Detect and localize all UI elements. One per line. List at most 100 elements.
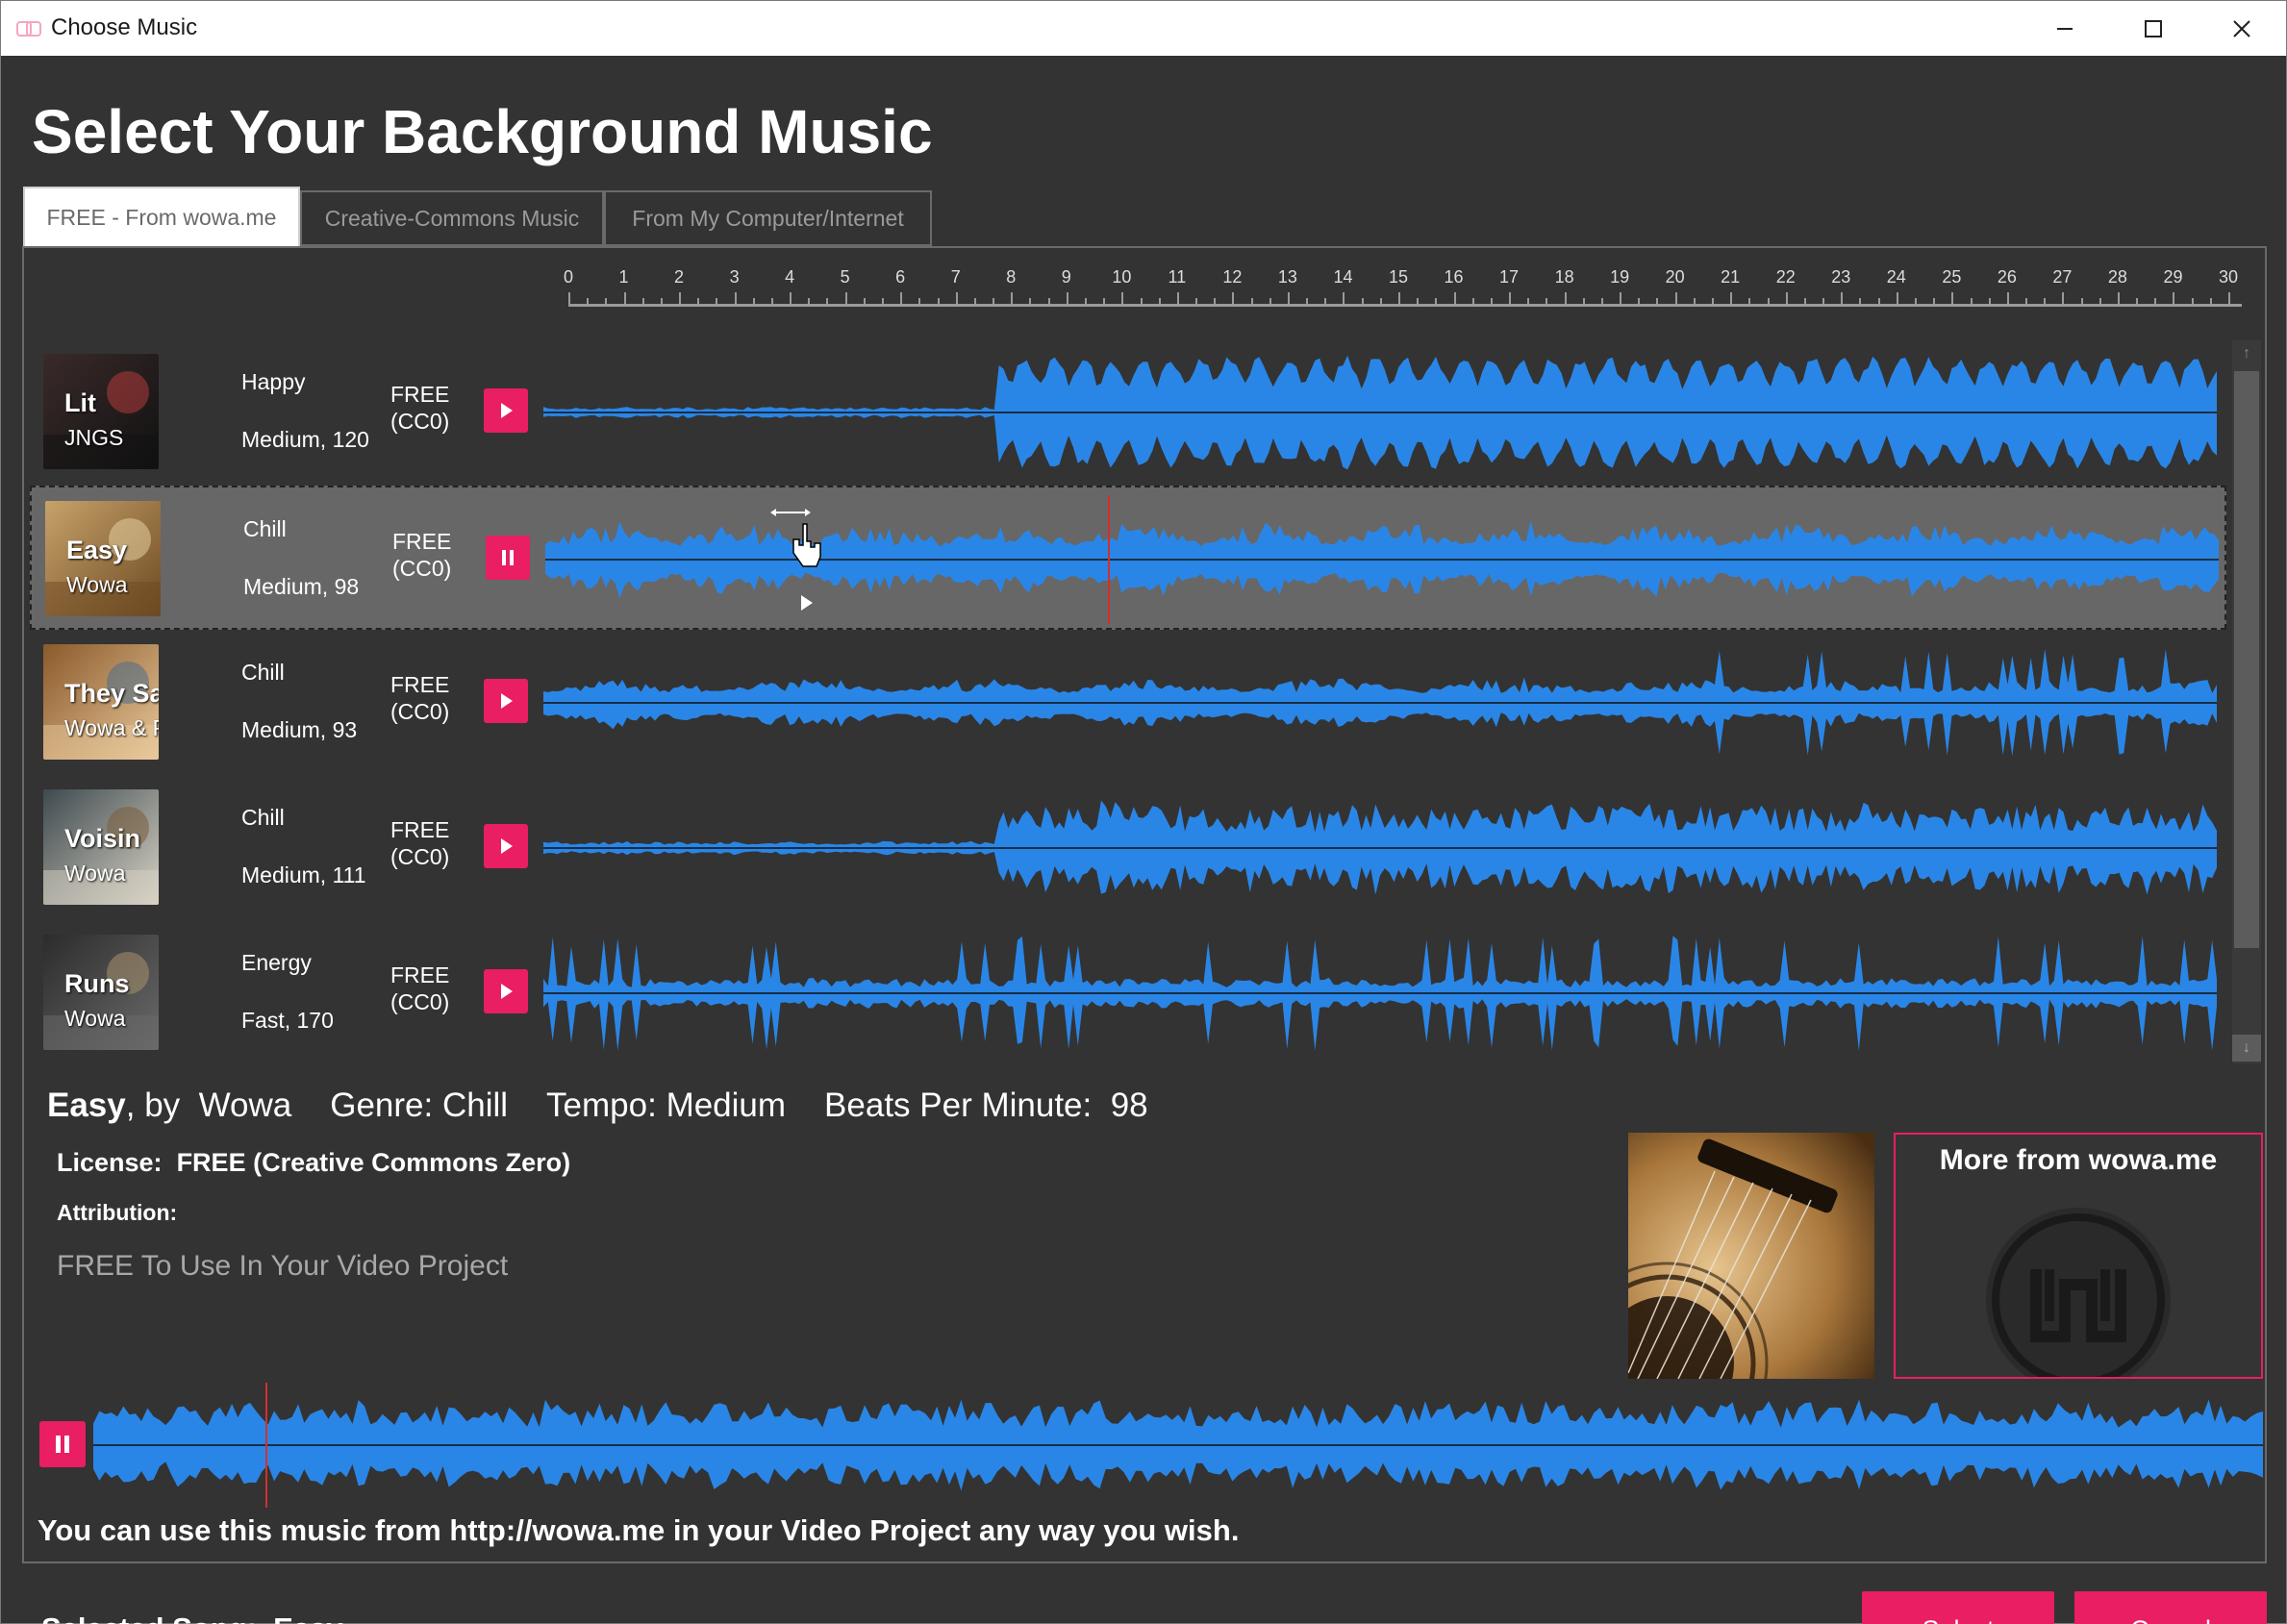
license-line: License: FREE (Creative Commons Zero) <box>57 1148 570 1178</box>
close-button[interactable] <box>2198 1 2286 57</box>
ruler-minor-tick <box>752 298 755 304</box>
ruler-minor-tick <box>2136 298 2139 304</box>
maximize-button[interactable] <box>2109 1 2198 57</box>
ruler-tick <box>955 292 958 304</box>
ruler-minor-tick <box>937 298 940 304</box>
tab-from-computer[interactable]: From My Computer/Internet <box>604 190 932 246</box>
track-license-line: (CC0) <box>390 699 450 724</box>
track-row[interactable]: Runs Wowa Energy Fast, 170 FREE (CC0) <box>30 921 2226 1063</box>
track-pause-button[interactable] <box>486 536 530 580</box>
track-play-button[interactable] <box>484 969 528 1013</box>
ruler-tick-label: 12 <box>1222 267 1243 287</box>
ruler-minor-tick <box>1471 298 1474 304</box>
track-waveform[interactable] <box>543 784 2217 912</box>
select-button[interactable]: Select <box>1862 1591 2054 1624</box>
track-waveform[interactable] <box>543 638 2217 767</box>
ruler-tick-label: 4 <box>785 267 795 287</box>
tab-creative-commons[interactable]: Creative-Commons Music <box>300 190 604 246</box>
track-thumb-artist: Wowa <box>64 1006 126 1031</box>
app-icon <box>16 21 41 37</box>
more-from-wowa-link[interactable]: More from wowa.me <box>1894 1133 2263 1379</box>
ruler-tick-label: 0 <box>563 267 574 287</box>
track-thumbnail: Easy Wowa <box>45 501 161 616</box>
scroll-down-arrow-icon[interactable]: ↓ <box>2232 1035 2261 1062</box>
ruler-tick-label: 10 <box>1112 267 1132 287</box>
ruler-tick <box>2228 292 2230 304</box>
ruler-minor-tick <box>1638 298 1641 304</box>
main-waveform[interactable] <box>93 1383 2263 1508</box>
cancel-button[interactable]: Cancel <box>2074 1591 2267 1624</box>
track-waveform[interactable] <box>543 348 2217 477</box>
page-title: Select Your Background Music <box>32 97 933 166</box>
ruler-minor-tick <box>826 298 829 304</box>
track-genre: Chill <box>243 516 287 541</box>
track-thumb-title: Easy <box>66 536 128 564</box>
ruler-tick-label: 21 <box>1721 267 1741 287</box>
ruler-tick-label: 26 <box>1997 267 2017 287</box>
ruler-minor-tick <box>1029 298 1032 304</box>
main-pause-button[interactable] <box>39 1421 86 1467</box>
tab-free-wowa[interactable]: FREE - From wowa.me <box>23 187 300 246</box>
track-waveform[interactable] <box>543 929 2217 1058</box>
ruler-tick <box>1564 292 1567 304</box>
ruler-minor-tick <box>1250 298 1253 304</box>
ruler-tick <box>1011 292 1014 304</box>
track-row[interactable]: Voisin Wowa Chill Medium, 111 FREE (CC0) <box>30 776 2226 920</box>
ruler-minor-tick <box>1582 298 1585 304</box>
track-license: FREE (CC0) <box>390 962 449 1015</box>
music-dialog: Select Your Background Music FREE - From… <box>0 56 2287 1624</box>
ruler-minor-tick <box>2025 298 2028 304</box>
ruler-tick <box>1896 292 1898 304</box>
ruler-tick <box>1398 292 1400 304</box>
detail-artist: Wowa <box>198 1087 292 1124</box>
ruler-minor-tick <box>1988 298 1991 304</box>
ruler-minor-tick <box>1158 298 1161 304</box>
ruler-minor-tick <box>1546 298 1548 304</box>
ruler-minor-tick <box>1195 298 1198 304</box>
ruler-tick <box>1674 292 1677 304</box>
ruler-minor-tick <box>605 298 608 304</box>
track-license-line: (CC0) <box>390 844 450 869</box>
ruler-minor-tick <box>1693 298 1696 304</box>
ruler-minor-tick <box>2044 298 2047 304</box>
ruler-tick-label: 9 <box>1061 267 1071 287</box>
track-list-scrollbar[interactable]: ↑ ↓ <box>2232 340 2261 1063</box>
track-play-button[interactable] <box>484 388 528 433</box>
time-ruler[interactable]: 0 1 2 3 4 5 6 7 8 9 10 11 12 13 14 15 16 17 18 19 20 21 22 23 24… <box>564 267 2242 315</box>
ruler-tick <box>1841 292 1844 304</box>
ruler-minor-tick <box>716 298 718 304</box>
scroll-up-arrow-icon[interactable]: ↑ <box>2232 340 2261 367</box>
music-panel: 0 1 2 3 4 5 6 7 8 9 10 11 12 13 14 15 16 17 18 19 20 21 22 23 24… <box>22 246 2267 1563</box>
track-thumbnail: They Say Wowa & Pipo <box>43 644 159 760</box>
ruler-minor-tick <box>1933 298 1936 304</box>
wowa-logo-icon <box>1986 1208 2171 1377</box>
play-icon <box>501 693 513 709</box>
ruler-minor-tick <box>1103 298 1106 304</box>
ruler-tick-label: 5 <box>840 267 850 287</box>
ruler-tick-label: 25 <box>1942 267 1962 287</box>
ruler-minor-tick <box>1324 298 1327 304</box>
track-license: FREE (CC0) <box>390 671 449 725</box>
track-license: FREE (CC0) <box>390 381 449 435</box>
ruler-tick <box>1287 292 1290 304</box>
ruler-minor-tick <box>660 298 663 304</box>
ruler-minor-tick <box>1712 298 1715 304</box>
track-row[interactable]: Lit JNGS Happy Medium, 120 FREE (CC0) <box>30 340 2226 485</box>
detail-bpm: 98 <box>1110 1087 1148 1124</box>
ruler-minor-tick <box>1748 298 1751 304</box>
track-row[interactable]: Easy Wowa Chill Medium, 98 FREE (CC0) <box>30 486 2226 630</box>
track-play-button[interactable] <box>484 679 528 723</box>
minimize-button[interactable] <box>2021 1 2109 57</box>
attribution-label: Attribution: <box>57 1200 178 1225</box>
track-waveform[interactable] <box>545 495 2219 624</box>
play-icon <box>501 984 513 999</box>
title-bar: Choose Music <box>0 0 2287 56</box>
ruler-minor-tick <box>2080 298 2083 304</box>
track-tempo: Medium, 111 <box>241 862 366 887</box>
detail-by: , by <box>125 1087 181 1124</box>
ruler-tick <box>623 292 626 304</box>
scrollbar-thumb[interactable] <box>2234 371 2259 948</box>
track-play-button[interactable] <box>484 824 528 868</box>
track-row[interactable]: They Say Wowa & Pipo Chill Medium, 93 FREE(C… <box>30 631 2226 775</box>
detail-genre-label: Genre: <box>330 1087 434 1124</box>
